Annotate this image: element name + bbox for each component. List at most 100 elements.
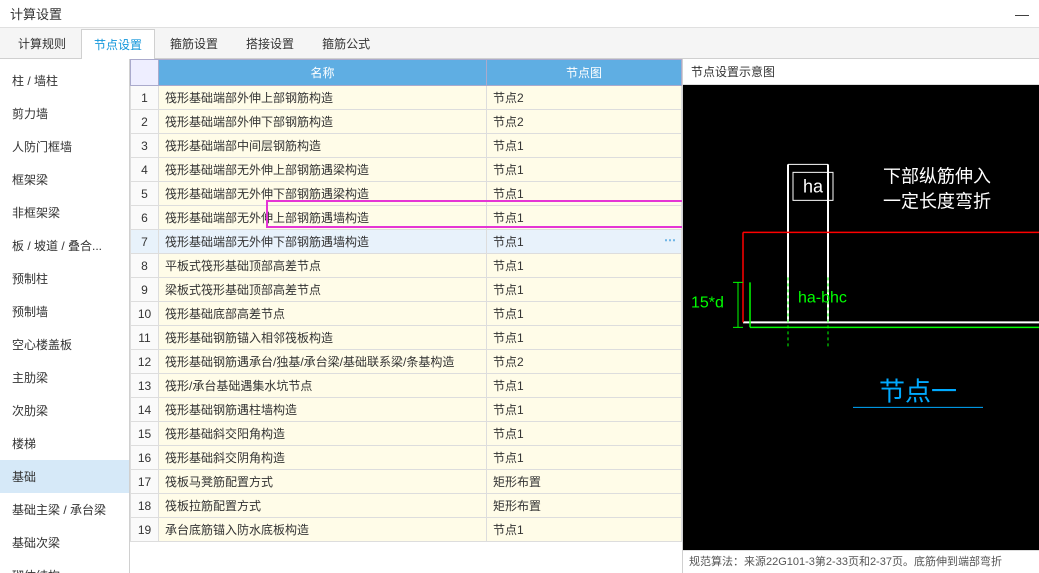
row-node[interactable]: 节点1	[487, 158, 682, 182]
table-row[interactable]: 18筏板拉筋配置方式矩形布置	[131, 494, 682, 518]
table-row[interactable]: 16筏形基础斜交阴角构造节点1	[131, 446, 682, 470]
tab-2[interactable]: 箍筋设置	[157, 28, 231, 58]
row-name: 筏形基础端部无外伸下部钢筋遇梁构造	[159, 182, 487, 206]
svg-text:一定长度弯折: 一定长度弯折	[883, 191, 991, 211]
tab-0[interactable]: 计算规则	[5, 28, 79, 58]
table-row[interactable]: 14筏形基础钢筋遇柱墙构造节点1	[131, 398, 682, 422]
table-row[interactable]: 6筏形基础端部无外伸上部钢筋遇墙构造节点1	[131, 206, 682, 230]
table-row[interactable]: 1筏形基础端部外伸上部钢筋构造节点2	[131, 86, 682, 110]
svg-text:ha: ha	[803, 176, 824, 196]
table-row[interactable]: 5筏形基础端部无外伸下部钢筋遇梁构造节点1	[131, 182, 682, 206]
row-num: 8	[131, 254, 159, 278]
row-num: 17	[131, 470, 159, 494]
svg-text:节点一: 节点一	[879, 376, 957, 406]
row-num: 10	[131, 302, 159, 326]
row-name: 筏形基础斜交阴角构造	[159, 446, 487, 470]
table-row[interactable]: 15筏形基础斜交阳角构造节点1	[131, 422, 682, 446]
row-node[interactable]: 节点1	[487, 254, 682, 278]
table-row[interactable]: 13筏形/承台基础遇集水坑节点节点1	[131, 374, 682, 398]
sidebar-item-0[interactable]: 柱 / 墙柱	[0, 64, 129, 97]
row-name: 筏形基础斜交阳角构造	[159, 422, 487, 446]
row-node[interactable]: 矩形布置	[487, 470, 682, 494]
row-node[interactable]: 节点1	[487, 398, 682, 422]
sidebar-item-2[interactable]: 人防门框墙	[0, 130, 129, 163]
row-name: 筏形基础端部外伸上部钢筋构造	[159, 86, 487, 110]
row-num: 13	[131, 374, 159, 398]
row-node[interactable]: 节点2	[487, 86, 682, 110]
sidebar-item-4[interactable]: 非框架梁	[0, 196, 129, 229]
table-row[interactable]: 19承台底筋锚入防水底板构造节点1	[131, 518, 682, 542]
tab-1[interactable]: 节点设置	[81, 29, 155, 59]
row-node[interactable]: 节点1	[487, 134, 682, 158]
row-node[interactable]: 矩形布置	[487, 494, 682, 518]
preview-title: 节点设置示意图	[683, 59, 1039, 85]
sidebar-item-7[interactable]: 预制墙	[0, 295, 129, 328]
row-node[interactable]: 节点1	[487, 422, 682, 446]
sidebar-item-8[interactable]: 空心楼盖板	[0, 328, 129, 361]
row-node[interactable]: 节点1	[487, 278, 682, 302]
row-node[interactable]: 节点1	[487, 518, 682, 542]
row-num: 2	[131, 110, 159, 134]
row-node[interactable]: 节点1	[487, 326, 682, 350]
row-node[interactable]: 节点1⋯	[487, 230, 682, 254]
sidebar-item-1[interactable]: 剪力墙	[0, 97, 129, 130]
table-row[interactable]: 2筏形基础端部外伸下部钢筋构造节点2	[131, 110, 682, 134]
tab-4[interactable]: 箍筋公式	[309, 28, 383, 58]
row-num: 11	[131, 326, 159, 350]
row-name: 筏形基础钢筋锚入相邻筏板构造	[159, 326, 487, 350]
table-row[interactable]: 12筏形基础钢筋遇承台/独基/承台梁/基础联系梁/条基构造节点2	[131, 350, 682, 374]
row-node[interactable]: 节点1	[487, 446, 682, 470]
sidebar-item-13[interactable]: 基础主梁 / 承台梁	[0, 493, 129, 526]
row-name: 筏板马凳筋配置方式	[159, 470, 487, 494]
row-num: 15	[131, 422, 159, 446]
sidebar-item-9[interactable]: 主肋梁	[0, 361, 129, 394]
sidebar-item-10[interactable]: 次肋梁	[0, 394, 129, 427]
col-name: 名称	[159, 60, 487, 86]
tab-3[interactable]: 搭接设置	[233, 28, 307, 58]
row-num: 1	[131, 86, 159, 110]
row-num: 5	[131, 182, 159, 206]
row-name: 筏形/承台基础遇集水坑节点	[159, 374, 487, 398]
row-name: 筏形基础端部外伸下部钢筋构造	[159, 110, 487, 134]
ellipsis-button[interactable]: ⋯	[664, 233, 675, 247]
row-node[interactable]: 节点1	[487, 374, 682, 398]
node-table: 名称 节点图 1筏形基础端部外伸上部钢筋构造节点22筏形基础端部外伸下部钢筋构造…	[130, 59, 682, 542]
window-title: 计算设置	[10, 4, 62, 23]
table-row[interactable]: 17筏板马凳筋配置方式矩形布置	[131, 470, 682, 494]
svg-text:15*d: 15*d	[691, 294, 724, 311]
table-row[interactable]: 10筏形基础底部高差节点节点1	[131, 302, 682, 326]
row-num: 18	[131, 494, 159, 518]
sidebar-item-14[interactable]: 基础次梁	[0, 526, 129, 559]
row-name: 筏形基础端部无外伸下部钢筋遇墙构造	[159, 230, 487, 254]
row-num: 14	[131, 398, 159, 422]
col-num	[131, 60, 159, 86]
row-node[interactable]: 节点2	[487, 110, 682, 134]
table-row[interactable]: 7筏形基础端部无外伸下部钢筋遇墙构造节点1⋯	[131, 230, 682, 254]
col-node: 节点图	[487, 60, 682, 86]
row-num: 12	[131, 350, 159, 374]
table-row[interactable]: 9梁板式筏形基础顶部高差节点节点1	[131, 278, 682, 302]
sidebar-item-12[interactable]: 基础	[0, 460, 129, 493]
minimize-button[interactable]: —	[1015, 6, 1029, 22]
row-node[interactable]: 节点1	[487, 206, 682, 230]
row-name: 筏形基础钢筋遇柱墙构造	[159, 398, 487, 422]
row-node[interactable]: 节点1	[487, 182, 682, 206]
row-name: 梁板式筏形基础顶部高差节点	[159, 278, 487, 302]
table-body: 1筏形基础端部外伸上部钢筋构造节点22筏形基础端部外伸下部钢筋构造节点23筏形基…	[131, 86, 682, 542]
svg-text:ha-bhc: ha-bhc	[798, 289, 847, 306]
sidebar-item-5[interactable]: 板 / 坡道 / 叠合...	[0, 229, 129, 262]
svg-text:下部纵筋伸入: 下部纵筋伸入	[883, 166, 991, 186]
sidebar-item-15[interactable]: 砌体结构	[0, 559, 129, 573]
table-row[interactable]: 8平板式筏形基础顶部高差节点节点1	[131, 254, 682, 278]
sidebar-item-6[interactable]: 预制柱	[0, 262, 129, 295]
table-row[interactable]: 11筏形基础钢筋锚入相邻筏板构造节点1	[131, 326, 682, 350]
table-row[interactable]: 3筏形基础端部中间层钢筋构造节点1	[131, 134, 682, 158]
row-num: 19	[131, 518, 159, 542]
sidebar-item-3[interactable]: 框架梁	[0, 163, 129, 196]
table-row[interactable]: 4筏形基础端部无外伸上部钢筋遇梁构造节点1	[131, 158, 682, 182]
row-node[interactable]: 节点2	[487, 350, 682, 374]
sidebar-item-11[interactable]: 楼梯	[0, 427, 129, 460]
row-node[interactable]: 节点1	[487, 302, 682, 326]
content: 柱 / 墙柱剪力墙人防门框墙框架梁非框架梁板 / 坡道 / 叠合...预制柱预制…	[0, 59, 1039, 573]
row-name: 筏形基础钢筋遇承台/独基/承台梁/基础联系梁/条基构造	[159, 350, 487, 374]
